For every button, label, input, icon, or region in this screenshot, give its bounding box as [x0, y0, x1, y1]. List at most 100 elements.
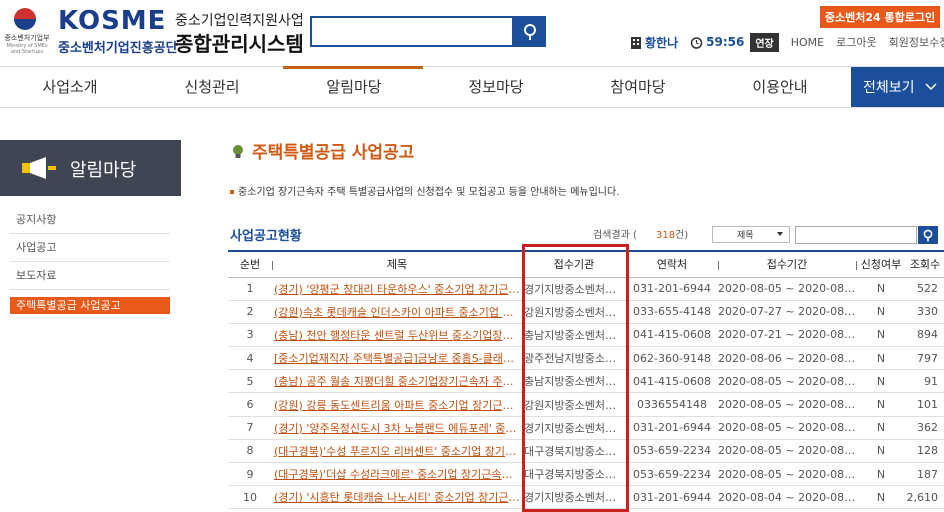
column-header-period[interactable]: 접수기간	[718, 250, 856, 278]
cell-applied: N	[856, 346, 906, 371]
gnb-item-notice[interactable]: 알림마당	[284, 67, 424, 107]
site-search-button[interactable]	[514, 16, 546, 47]
column-header-views[interactable]: 조회수	[906, 250, 944, 278]
account-edit-link[interactable]: 회원정보수정	[889, 34, 944, 50]
cell-title[interactable]: (대구경북)'더샵 수성라크에르' 중소기업 장기근속자 주택 특별공급	[272, 462, 522, 487]
gnb-item-business-intro[interactable]: 사업소개	[0, 67, 140, 107]
cell-number: 3	[228, 323, 272, 348]
ministry-subtitle: Ministry of SMEs and Startups	[6, 43, 48, 55]
extend-session-button[interactable]: 연장	[750, 32, 779, 52]
timer-value: 59:56	[706, 35, 745, 49]
column-header-number[interactable]: 순번	[228, 250, 272, 278]
cell-views: 101	[906, 392, 944, 417]
cell-period: 2020-07-27 ~ 2020-08-06	[718, 300, 856, 324]
cell-number: 1	[228, 277, 272, 301]
cell-contact: 031-201-6944	[626, 277, 718, 301]
lightbulb-icon	[233, 145, 243, 158]
table-row[interactable]: 2(강원)속초 롯데캐슬 인더스카이 아파트 중소기업 장기근속자 주택 특별공…	[228, 300, 944, 324]
table-row[interactable]: 4[중소기업재직자 주택특별공급]금남로 중흥S-클래스 & 시티 주택 특별공…	[228, 346, 944, 371]
cell-contact: 041-415-0608	[626, 323, 718, 348]
cell-number: 7	[228, 416, 272, 440]
building-icon	[631, 36, 641, 49]
cell-applied: N	[856, 462, 906, 487]
side-menu-item-housing-announcements[interactable]: 주택특별공급 사업공고	[10, 297, 170, 314]
table-row[interactable]: 7(경기) '양주옥정신도시 3차 노블랜드 에듀포레' 중소기업 장기근속자 …	[228, 416, 944, 440]
side-menu-item-notices[interactable]: 공지사항	[10, 206, 170, 234]
dropdown-arrow-icon	[777, 232, 783, 236]
section-title: 사업공고현황	[230, 229, 302, 244]
cell-period: 2020-08-05 ~ 2020-08-10	[718, 416, 856, 440]
ministry-emblem-icon	[14, 8, 36, 30]
cell-views: 91	[906, 369, 944, 394]
cell-title[interactable]: (강원) 강릉 동도센트리움 아파트 중소기업 장기근속자 주택 특별공급	[272, 392, 522, 417]
system-title-large: 종합관리시스템	[175, 32, 304, 56]
cell-title[interactable]: (대구경북)'수성 푸르지오 리버센트' 중소기업 장기근속자 주택 특별공급	[272, 439, 522, 464]
cell-contact: 031-201-6944	[626, 485, 718, 510]
table-row[interactable]: 10(경기) '시흥탄 롯데캐슬 나노시티' 중소기업 장기근속자 주택 특별공…	[228, 485, 944, 510]
all-menu-label: 전체보기	[863, 80, 915, 96]
board-search-button[interactable]	[918, 226, 938, 244]
chevron-down-icon	[925, 83, 937, 91]
page-description: 중소기업 장기근속자 주택 특별공급사업의 신청접수 및 모집공고 등을 안내하…	[230, 183, 619, 198]
all-menu-button[interactable]: 전체보기	[851, 67, 944, 107]
alarm-clock-icon	[690, 36, 703, 49]
table-row[interactable]: 8(대구경북)'수성 푸르지오 리버센트' 중소기업 장기근속자 주택 특별공급…	[228, 439, 944, 464]
table-row[interactable]: 6(강원) 강릉 동도센트리움 아파트 중소기업 장기근속자 주택 특별공급강원…	[228, 392, 944, 417]
cell-number: 10	[228, 485, 272, 510]
site-header: 중소벤처기업부 Ministry of SMEs and Startups KO…	[0, 0, 944, 64]
table-row[interactable]: 5(충남) 공주 월송 지평더힐 중소기업장기근속자 주택 특별공급충남지방중소…	[228, 369, 944, 394]
search-icon	[524, 23, 536, 40]
cell-title[interactable]: (충남) 공주 월송 지평더힐 중소기업장기근속자 주택 특별공급	[272, 369, 522, 394]
logout-link[interactable]: 로그아웃	[836, 34, 876, 50]
cell-agency: 강원지방중소벤처기업청	[522, 300, 626, 324]
cell-agency: 대구경북지방중소벤처기업청	[522, 439, 626, 464]
column-header-contact[interactable]: 연락처	[626, 250, 718, 278]
cell-number: 2	[228, 300, 272, 324]
cell-title[interactable]: (강원)속초 롯데캐슬 인더스카이 아파트 중소기업 장기근속자 주택 특별공급	[272, 300, 522, 324]
cell-title[interactable]: [중소기업재직자 주택특별공급]금남로 중흥S-클래스 & 시티 주택 특별공급	[272, 346, 522, 371]
cell-title[interactable]: (경기) '양주옥정신도시 3차 노블랜드 에듀포레' 중소기업 장기근속자 주…	[272, 416, 522, 440]
utility-bar: 황한나 59:56 연장 HOME 로그아웃 회원정보수정	[630, 32, 944, 52]
cell-title[interactable]: (충남) 천안 행정타운 센트럴 두산위브 중소기업장기근속자 주택 특별공급	[272, 323, 522, 348]
home-link[interactable]: HOME	[791, 36, 824, 49]
cell-number: 6	[228, 392, 272, 417]
cell-applied: N	[856, 416, 906, 440]
cell-views: 362	[906, 416, 944, 440]
gnb-item-guide[interactable]: 이용안내	[710, 67, 850, 107]
side-menu-item-press[interactable]: 보도자료	[10, 262, 170, 290]
cell-contact: 031-201-6944	[626, 416, 718, 440]
gnb-item-info[interactable]: 정보마당	[426, 67, 566, 107]
cell-period: 2020-08-06 ~ 2020-08-20	[718, 346, 856, 371]
cell-title[interactable]: (경기) '시흥탄 롯데캐슬 나노시티' 중소기업 장기근속자 주택 특별공급	[272, 485, 522, 510]
ministry-logo[interactable]: 중소벤처기업부 Ministry of SMEs and Startups	[2, 6, 52, 60]
megaphone-icon	[22, 157, 56, 179]
cell-applied: N	[856, 369, 906, 394]
column-header-title[interactable]: 제목	[272, 250, 522, 278]
user-info: 황한나	[630, 34, 678, 51]
cell-views: 330	[906, 300, 944, 324]
column-header-agency[interactable]: 접수기관	[522, 250, 626, 278]
search-result-count: 검색결과 ( 318건)	[593, 230, 689, 241]
column-header-applied[interactable]: 신청여부	[856, 250, 906, 278]
kosme-logo[interactable]: KOSME	[58, 8, 166, 34]
table-row[interactable]: 3(충남) 천안 행정타운 센트럴 두산위브 중소기업장기근속자 주택 특별공급…	[228, 323, 944, 348]
cell-period: 2020-08-05 ~ 2020-08-19	[718, 462, 856, 487]
cell-applied: N	[856, 323, 906, 348]
table-row[interactable]: 1(경기) '양평군 창대리 타운하우스' 중소기업 장기근속자 주택 특별공급…	[228, 277, 944, 301]
gnb-item-application[interactable]: 신청관리	[142, 67, 282, 107]
integrated-login-button[interactable]: 중소벤처24 통합로그인	[820, 6, 940, 28]
cell-number: 9	[228, 462, 272, 487]
cell-title[interactable]: (경기) '양평군 창대리 타운하우스' 중소기업 장기근속자 주택 특별공급	[272, 277, 522, 301]
main-navigation: 사업소개 신청관리 알림마당 정보마당 참여마당 이용안내 전체보기	[0, 66, 944, 108]
cell-contact: 033-655-4148	[626, 300, 718, 324]
search-field-select[interactable]: 제목	[712, 226, 790, 243]
table-row[interactable]: 9(대구경북)'더샵 수성라크에르' 중소기업 장기근속자 주택 특별공급대구경…	[228, 462, 944, 487]
cell-views: 894	[906, 323, 944, 348]
cell-period: 2020-07-21 ~ 2020-08-14	[718, 323, 856, 348]
cell-agency: 강원지방중소벤처기업청	[522, 392, 626, 417]
board-search-input[interactable]	[795, 226, 917, 244]
gnb-item-participation[interactable]: 참여마당	[568, 67, 708, 107]
site-search-input[interactable]	[310, 16, 514, 47]
cell-views: 522	[906, 277, 944, 301]
side-menu-item-business-announcements[interactable]: 사업공고	[10, 234, 170, 262]
